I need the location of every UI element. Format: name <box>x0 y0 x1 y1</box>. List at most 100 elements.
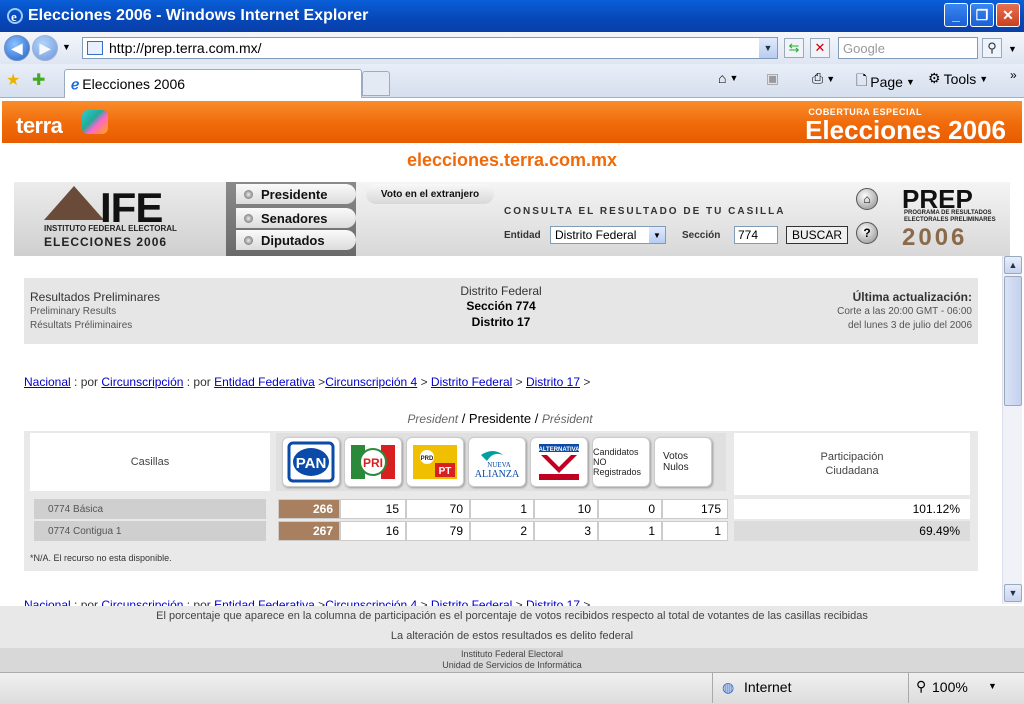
search-input[interactable]: Google <box>838 37 978 59</box>
close-button[interactable]: ✕ <box>996 3 1020 27</box>
search-icon[interactable]: ⚲ <box>982 38 1002 58</box>
cell-prd-contigua: 79 <box>406 521 470 541</box>
breadcrumb-sep: > <box>314 598 326 606</box>
favorites-star-icon[interactable]: ★ <box>6 70 20 90</box>
chevron-more-icon[interactable]: » <box>1010 68 1017 82</box>
forward-button[interactable]: ▶ <box>32 35 58 61</box>
nav-diputados[interactable]: Diputados <box>236 230 356 250</box>
breadcrumb-d17[interactable]: Distrito 17 <box>526 598 580 606</box>
breadcrumb-sep: > <box>512 375 526 389</box>
bullet-icon <box>244 189 253 199</box>
print-icon[interactable]: ⎙ <box>812 70 823 87</box>
entidad-label: Entidad <box>504 230 541 241</box>
ife-logo[interactable]: IFE INSTITUTO FEDERAL ELECTORAL ELECCION… <box>14 182 226 256</box>
new-tab-button[interactable] <box>362 71 390 96</box>
candidatos-no-registrados-header: Candidatos NO Registrados <box>592 437 650 487</box>
breadcrumb-d17[interactable]: Distrito 17 <box>526 375 580 389</box>
url-text: http://prep.terra.com.mx/ <box>109 40 262 56</box>
breadcrumb-circunscripcion[interactable]: Circunscripción <box>101 375 183 389</box>
home-icon[interactable]: ⌂ <box>856 188 878 210</box>
breadcrumb-df[interactable]: Distrito Federal <box>431 598 512 606</box>
svg-text:NUEVA: NUEVA <box>487 461 511 469</box>
zoom-dropdown-icon[interactable]: ▼ <box>988 681 997 691</box>
svg-text:PAN: PAN <box>296 455 327 472</box>
breadcrumb-entidad[interactable]: Entidad Federativa <box>214 375 315 389</box>
voto-extranjero-link[interactable]: Voto en el extranjero <box>366 184 494 204</box>
cell-alt-basica: 10 <box>534 499 598 519</box>
scroll-up-icon[interactable]: ▲ <box>1004 256 1022 274</box>
cell-na-contigua: 2 <box>470 521 534 541</box>
breadcrumb-nacional[interactable]: Nacional <box>24 598 71 606</box>
breadcrumb-circ4[interactable]: Circunscripción 4 <box>325 598 417 606</box>
info-entidad: Distrito Federal <box>460 284 542 298</box>
breadcrumb-sep: : por <box>70 598 102 606</box>
terra-logo-text[interactable]: terra <box>16 113 63 139</box>
breadcrumb-nacional[interactable]: Nacional <box>24 375 71 389</box>
election-sep: / <box>458 411 469 426</box>
breadcrumb-sep: : por <box>183 375 215 389</box>
participacion-contigua: 69.49% <box>734 521 970 541</box>
cell-na-basica: 1 <box>470 499 534 519</box>
breadcrumb-circ4[interactable]: Circunscripción 4 <box>325 375 417 389</box>
scroll-thumb[interactable] <box>1004 276 1022 406</box>
update-date: del lunes 3 de julio del 2006 <box>848 320 972 331</box>
info-seccion: Sección 774 <box>466 299 536 313</box>
footer-ife: Instituto Federal Electoral <box>460 649 564 659</box>
nav-senadores[interactable]: Senadores <box>236 208 356 228</box>
maximize-button[interactable]: ❐ <box>970 3 994 27</box>
results-table: Casillas PAN PRI PRD PT NUEVA ALIANZA ALTE… <box>24 431 978 571</box>
help-icon[interactable]: ? <box>856 222 878 244</box>
ie-icon: e <box>6 7 24 25</box>
address-field[interactable]: http://prep.terra.com.mx/ ▼ <box>82 37 778 59</box>
ife-emblem-icon <box>44 186 104 220</box>
chevron-down-icon[interactable]: ▼ <box>649 227 665 243</box>
page-menu-icon: 🗋 <box>856 72 868 88</box>
page-content: terra COBERTURA ESPECIAL Elecciones 2006… <box>0 98 1024 672</box>
party-logo-pri: PRI <box>344 437 402 487</box>
casillas-header: Casillas <box>30 433 270 491</box>
ife-elecciones: ELECCIONES 2006 <box>44 235 168 249</box>
terra-logo-icon <box>82 110 108 134</box>
address-dropdown-icon[interactable]: ▼ <box>759 38 777 58</box>
row-label-contigua: 0774 Contigua 1 <box>34 521 266 541</box>
nav-presidente[interactable]: Presidente <box>236 184 356 204</box>
breadcrumb-df[interactable]: Distrito Federal <box>431 375 512 389</box>
entidad-select[interactable]: Distrito Federal ▼ <box>550 226 666 244</box>
tools-menu[interactable]: ⚙ Tools ▼ <box>928 70 988 87</box>
buscar-button[interactable]: BUSCAR <box>786 226 848 244</box>
add-favorites-icon[interactable]: ✚ <box>32 70 45 90</box>
home-icon[interactable]: ⌂ <box>718 70 726 86</box>
refresh-icon[interactable]: ⇆ <box>784 38 804 58</box>
site-url-text[interactable]: elecciones.terra.com.mx <box>0 150 1024 171</box>
info-distrito: Distrito 17 <box>471 315 531 329</box>
cell-alt-contigua: 3 <box>534 521 598 541</box>
gear-icon: ⚙ <box>928 70 941 86</box>
update-label: Última actualización: <box>852 290 972 304</box>
security-zone[interactable]: Internet <box>744 679 791 695</box>
nav-diputados-label: Diputados <box>261 232 325 248</box>
tab-elecciones[interactable]: ℯ Elecciones 2006 <box>64 69 362 98</box>
feeds-icon[interactable]: ▣ <box>766 70 779 87</box>
election-es: Presidente <box>468 411 532 426</box>
breadcrumb-entidad[interactable]: Entidad Federativa <box>214 598 315 606</box>
stop-icon[interactable]: ✕ <box>810 38 830 58</box>
scroll-down-icon[interactable]: ▼ <box>1004 584 1022 602</box>
tools-menu-label: Tools <box>943 70 977 87</box>
votos-nulos-header: Votos Nulos <box>654 437 712 487</box>
search-options-icon[interactable]: ▼ <box>1008 44 1017 54</box>
back-button[interactable]: ◀ <box>4 35 30 61</box>
recent-pages-dropdown-icon[interactable]: ▼ <box>62 42 71 52</box>
update-time: Corte a las 20:00 GMT - 06:00 <box>837 306 972 317</box>
page-menu[interactable]: 🗋 Page ▼ <box>856 70 915 94</box>
consulta-heading: CONSULTA EL RESULTADO DE TU CASILLA <box>504 206 786 217</box>
breadcrumb-circunscripcion[interactable]: Circunscripción <box>101 598 183 606</box>
seccion-input[interactable]: 774 <box>734 226 778 244</box>
svg-text:ALTERNATIVA: ALTERNATIVA <box>539 447 581 453</box>
inner-scrollbar[interactable]: ▲ ▼ <box>1002 256 1022 604</box>
minimize-button[interactable]: _ <box>944 3 968 27</box>
party-logo-nueva-alianza: NUEVA ALIANZA <box>468 437 526 487</box>
breadcrumb-sep: > <box>580 375 591 389</box>
breadcrumb-sep: > <box>417 598 431 606</box>
zoom-icon: ⚲ <box>916 678 927 694</box>
zoom-level[interactable]: 100% <box>932 679 968 695</box>
